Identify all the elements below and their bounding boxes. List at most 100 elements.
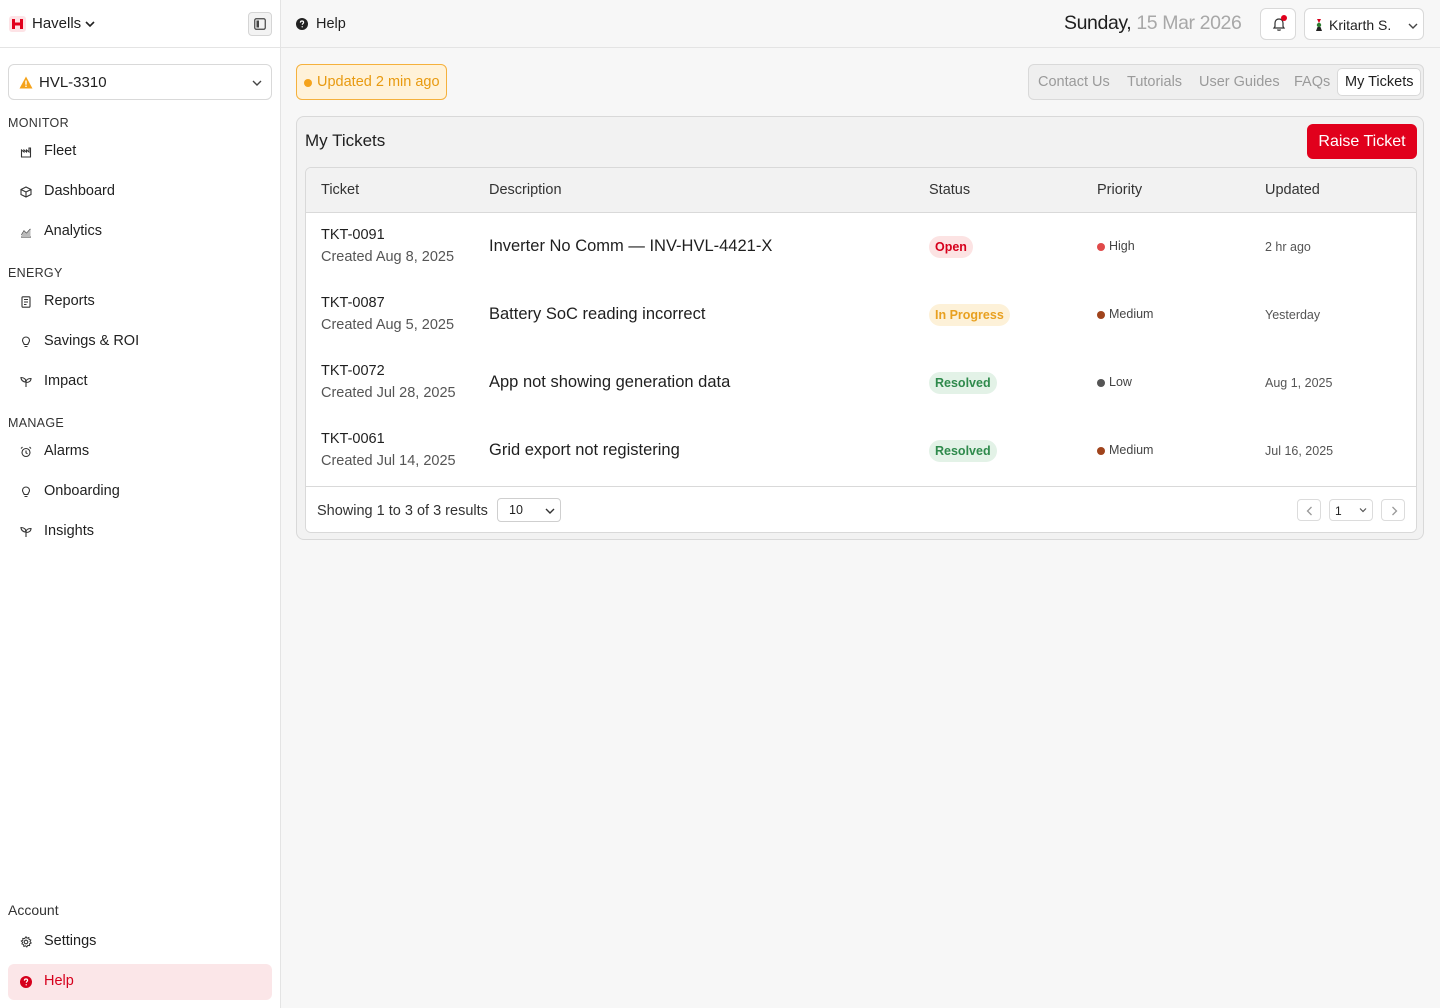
sidebar-item-label: Onboarding xyxy=(44,483,120,499)
results-summary: Showing 1 to 3 of 3 results xyxy=(317,503,488,519)
priority-label: Medium xyxy=(1109,443,1154,457)
site-selector[interactable]: HVL-3310 xyxy=(8,64,272,100)
tab-user-guides[interactable]: User Guides xyxy=(1199,74,1280,90)
help-icon xyxy=(296,18,308,30)
ticket-id: TKT-0087 xyxy=(321,295,385,311)
ticket-created: Created Aug 5, 2025 xyxy=(321,317,455,333)
page-title: Help xyxy=(316,16,346,32)
tab-my-tickets[interactable]: My Tickets xyxy=(1337,68,1422,96)
sidebar-item-reports[interactable]: Reports xyxy=(8,284,272,320)
status-badge: Resolved xyxy=(929,440,997,462)
next-page-button[interactable] xyxy=(1381,499,1405,521)
fleet-icon xyxy=(20,147,32,158)
sidebar-item-label: Impact xyxy=(44,373,88,389)
ticket-id: TKT-0061 xyxy=(321,431,385,447)
sidebar-item-alarms[interactable]: Alarms xyxy=(8,434,272,470)
sidebar-panel-icon xyxy=(254,18,266,30)
column-header-priority[interactable]: Priority xyxy=(1097,182,1142,198)
topbar: Help Sunday, 15 Mar 2026 Kritarth S. xyxy=(281,0,1440,48)
sidebar-toggle-button[interactable] xyxy=(248,12,272,36)
warning-triangle-icon xyxy=(19,76,33,89)
date-day: Sunday, xyxy=(1064,12,1132,34)
ticket-description: Grid export not registering xyxy=(489,441,680,459)
ticket-description: Inverter No Comm — INV-HVL-4421-X xyxy=(489,237,773,255)
table-row[interactable]: TKT-0072 Created Jul 28, 2025 App not sh… xyxy=(306,349,1416,417)
document-icon xyxy=(21,296,31,308)
sidebar-item-onboarding[interactable]: Onboarding xyxy=(8,474,272,510)
sprout-icon xyxy=(20,526,32,537)
tab-contact-us[interactable]: Contact Us xyxy=(1038,74,1110,90)
chevron-down-icon xyxy=(252,80,262,86)
column-header-description[interactable]: Description xyxy=(489,182,562,198)
sidebar-item-dashboard[interactable]: Dashboard xyxy=(8,174,272,210)
chevron-down-icon xyxy=(1408,23,1418,29)
section-label-energy: ENERGY xyxy=(8,266,63,280)
sidebar-item-settings[interactable]: Settings xyxy=(8,924,272,960)
sidebar-item-impact[interactable]: Impact xyxy=(8,364,272,400)
sidebar-item-label: Savings & ROI xyxy=(44,333,140,349)
card-title: My Tickets xyxy=(305,131,386,150)
page-number-value: 1 xyxy=(1335,504,1342,518)
ticket-updated: Jul 16, 2025 xyxy=(1265,444,1334,458)
section-label-account: Account xyxy=(8,902,59,918)
page-number-select[interactable]: 1 xyxy=(1329,499,1373,521)
sidebar-item-label: Insights xyxy=(44,523,94,539)
sidebar-item-label: Help xyxy=(44,973,74,989)
column-header-updated[interactable]: Updated xyxy=(1265,182,1320,198)
prev-page-button[interactable] xyxy=(1297,499,1321,521)
chevron-right-icon xyxy=(1392,506,1398,516)
current-date: Sunday, 15 Mar 2026 xyxy=(1064,12,1242,35)
notification-badge xyxy=(1281,15,1287,21)
sidebar-item-analytics[interactable]: Analytics xyxy=(8,214,272,250)
sidebar-item-label: Fleet xyxy=(44,143,77,159)
sidebar-item-fleet[interactable]: Fleet xyxy=(8,134,272,170)
sidebar-item-label: Alarms xyxy=(44,443,90,459)
tab-faqs[interactable]: FAQs xyxy=(1294,74,1330,90)
brand-name: Havells xyxy=(32,15,82,32)
gear-icon xyxy=(20,936,32,948)
priority-dot xyxy=(1097,243,1105,251)
havells-logo-icon xyxy=(9,16,26,32)
ticket-updated: Aug 1, 2025 xyxy=(1265,376,1333,390)
chevron-left-icon xyxy=(1306,506,1312,516)
user-name: Kritarth S. xyxy=(1329,17,1392,33)
page-size-select[interactable]: 10 xyxy=(497,498,561,522)
priority-label: Medium xyxy=(1109,307,1154,321)
ticket-created: Created Jul 28, 2025 xyxy=(321,385,456,401)
sprout-icon xyxy=(20,376,32,387)
help-icon xyxy=(20,976,32,988)
sidebar-item-insights[interactable]: Insights xyxy=(8,514,272,550)
column-header-ticket[interactable]: Ticket xyxy=(321,182,359,198)
ticket-id: TKT-0072 xyxy=(321,363,385,379)
user-menu-button[interactable]: Kritarth S. xyxy=(1304,8,1424,40)
page-size-value: 10 xyxy=(509,503,523,517)
sidebar-item-help[interactable]: Help xyxy=(8,964,272,1000)
notifications-button[interactable] xyxy=(1260,8,1296,40)
tab-tutorials[interactable]: Tutorials xyxy=(1127,74,1182,90)
chevron-down-icon xyxy=(85,21,95,28)
analytics-icon xyxy=(21,228,31,238)
raise-ticket-button[interactable]: Raise Ticket xyxy=(1307,124,1417,159)
table-row[interactable]: TKT-0061 Created Jul 14, 2025 Grid expor… xyxy=(306,417,1416,485)
status-badge: In Progress xyxy=(929,304,1010,326)
sidebar-item-label: Dashboard xyxy=(44,183,115,199)
section-label-manage: MANAGE xyxy=(8,416,64,430)
priority-label: Low xyxy=(1109,375,1132,389)
update-status-text: Updated 2 min ago xyxy=(317,74,440,90)
update-status-badge: Updated 2 min ago xyxy=(296,64,447,100)
ticket-updated: Yesterday xyxy=(1265,308,1321,322)
table-row[interactable]: TKT-0091 Created Aug 8, 2025 Inverter No… xyxy=(306,213,1416,281)
ticket-created: Created Aug 8, 2025 xyxy=(321,249,455,265)
bulb-icon xyxy=(21,336,31,348)
sidebar-item-savings-roi[interactable]: Savings & ROI xyxy=(8,324,272,360)
brand-header[interactable]: Havells xyxy=(0,0,280,48)
ticket-description: Battery SoC reading incorrect xyxy=(489,305,706,323)
ticket-id: TKT-0091 xyxy=(321,227,385,243)
sidebar: Havells HVL-3310 MONITOR Fleet Dashboard… xyxy=(0,0,281,1008)
column-header-status[interactable]: Status xyxy=(929,182,970,198)
table-row[interactable]: TKT-0087 Created Aug 5, 2025 Battery SoC… xyxy=(306,281,1416,349)
priority-dot xyxy=(1097,311,1105,319)
section-label-monitor: MONITOR xyxy=(8,116,69,130)
sidebar-item-label: Analytics xyxy=(44,223,103,239)
sidebar-item-label: Reports xyxy=(44,293,95,309)
